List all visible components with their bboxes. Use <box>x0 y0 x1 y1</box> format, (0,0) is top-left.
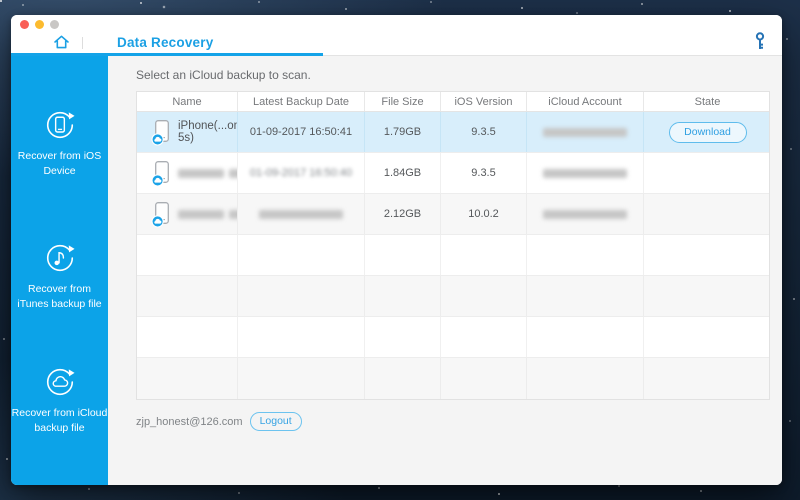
state-cell <box>644 317 771 357</box>
date-cell <box>238 358 365 399</box>
icloud-account-cell <box>527 358 644 399</box>
app-window: Data Recovery Recover from iOS Device <box>11 15 782 485</box>
redacted-text <box>543 210 627 219</box>
redacted-text <box>178 169 224 178</box>
account-footer: zjp_honest@126.com Logout <box>136 412 302 431</box>
sidebar-item-label: Recover from <box>11 282 108 297</box>
sidebar-item-recover-itunes-backup[interactable]: Recover from iTunes backup file <box>11 241 108 312</box>
name-cell <box>137 358 238 399</box>
nav-separator <box>82 37 83 49</box>
redacted-text <box>229 169 238 178</box>
ios-version-cell: 10.0.2 <box>441 194 527 234</box>
sidebar-item-label: backup file <box>11 421 108 436</box>
state-cell <box>644 194 771 234</box>
empty-row <box>137 276 769 317</box>
icloud-account-cell <box>527 112 644 152</box>
key-icon[interactable] <box>751 31 769 51</box>
size-cell <box>365 317 441 357</box>
date-cell: 01-09-2017 16:50:40 <box>238 153 365 193</box>
table-header-row: NameLatest Backup DateFile SizeiOS Versi… <box>137 92 769 112</box>
size-cell: 1.84GB <box>365 153 441 193</box>
itunes-backup-recover-icon <box>43 241 77 275</box>
column-header: File Size <box>365 92 441 111</box>
ios-version-cell <box>441 276 527 316</box>
icloud-account-cell <box>527 317 644 357</box>
empty-row <box>137 235 769 276</box>
sidebar-item-recover-icloud-backup[interactable]: Recover from iCloud backup file <box>11 365 108 436</box>
state-cell <box>644 153 771 193</box>
name-cell: iPhone(...one 5s) <box>137 112 238 152</box>
home-icon[interactable] <box>53 34 70 50</box>
date-cell <box>238 317 365 357</box>
column-header: Latest Backup Date <box>238 92 365 111</box>
icloud-account-cell <box>527 235 644 275</box>
account-email: zjp_honest@126.com <box>136 416 243 428</box>
backup-row[interactable]: 2.12GB10.0.2 <box>137 194 769 235</box>
backup-row[interactable]: iPhone(...one 5s)01-09-2017 16:50:411.79… <box>137 112 769 153</box>
ios-version-cell: 9.3.5 <box>441 153 527 193</box>
device-cloud-icon <box>151 160 171 187</box>
name-cell <box>137 317 238 357</box>
state-cell: Download <box>644 112 771 152</box>
date-cell <box>238 235 365 275</box>
icloud-backup-recover-icon <box>43 365 77 399</box>
logout-button[interactable]: Logout <box>250 412 302 431</box>
empty-row <box>137 358 769 399</box>
sidebar-item-label: Recover from iCloud <box>11 406 108 421</box>
page-title: Data Recovery <box>117 35 213 50</box>
size-cell: 2.12GB <box>365 194 441 234</box>
name-cell <box>137 235 238 275</box>
size-cell <box>365 276 441 316</box>
ios-device-recover-icon <box>43 108 77 142</box>
sidebar-item-recover-ios-device[interactable]: Recover from iOS Device <box>11 108 108 179</box>
state-cell <box>644 358 771 399</box>
sidebar: Recover from iOS Device Recover from iTu… <box>11 56 108 485</box>
state-cell <box>644 235 771 275</box>
size-cell <box>365 235 441 275</box>
icloud-account-cell <box>527 276 644 316</box>
date-cell <box>238 194 365 234</box>
date-cell <box>238 276 365 316</box>
ios-version-cell <box>441 358 527 399</box>
column-header: Name <box>137 92 238 111</box>
column-header: State <box>644 92 771 111</box>
backup-table: NameLatest Backup DateFile SizeiOS Versi… <box>136 91 770 400</box>
redacted-text <box>543 169 627 178</box>
device-cloud-icon <box>151 119 171 146</box>
content-area: Select an iCloud backup to scan. NameLat… <box>108 56 782 485</box>
download-button[interactable]: Download <box>669 122 747 143</box>
state-cell <box>644 276 771 316</box>
desktop-stars <box>0 0 2 2</box>
icloud-account-cell <box>527 194 644 234</box>
sidebar-item-label: iTunes backup file <box>11 297 108 312</box>
close-button[interactable] <box>20 20 29 29</box>
ios-version-cell <box>441 235 527 275</box>
size-cell: 1.79GB <box>365 112 441 152</box>
date-cell: 01-09-2017 16:50:41 <box>238 112 365 152</box>
redacted-text <box>178 210 224 219</box>
name-cell <box>137 153 238 193</box>
device-cloud-icon <box>151 201 171 228</box>
column-header: iOS Version <box>441 92 527 111</box>
backup-row[interactable]: 01-09-2017 16:50:401.84GB9.3.5 <box>137 153 769 194</box>
size-cell <box>365 358 441 399</box>
ios-version-cell: 9.3.5 <box>441 112 527 152</box>
icloud-account-cell <box>527 153 644 193</box>
redacted-text <box>229 210 238 219</box>
zoom-button[interactable] <box>50 20 59 29</box>
name-cell <box>137 194 238 234</box>
minimize-button[interactable] <box>35 20 44 29</box>
sidebar-item-label: Device <box>11 164 108 179</box>
column-header: iCloud Account <box>527 92 644 111</box>
empty-row <box>137 317 769 358</box>
redacted-text <box>543 128 627 137</box>
sidebar-item-label: Recover from iOS <box>11 149 108 164</box>
name-cell <box>137 276 238 316</box>
ios-version-cell <box>441 317 527 357</box>
redacted-text <box>259 210 343 219</box>
titlebar: Data Recovery <box>11 15 782 56</box>
intro-text: Select an iCloud backup to scan. <box>136 68 311 82</box>
